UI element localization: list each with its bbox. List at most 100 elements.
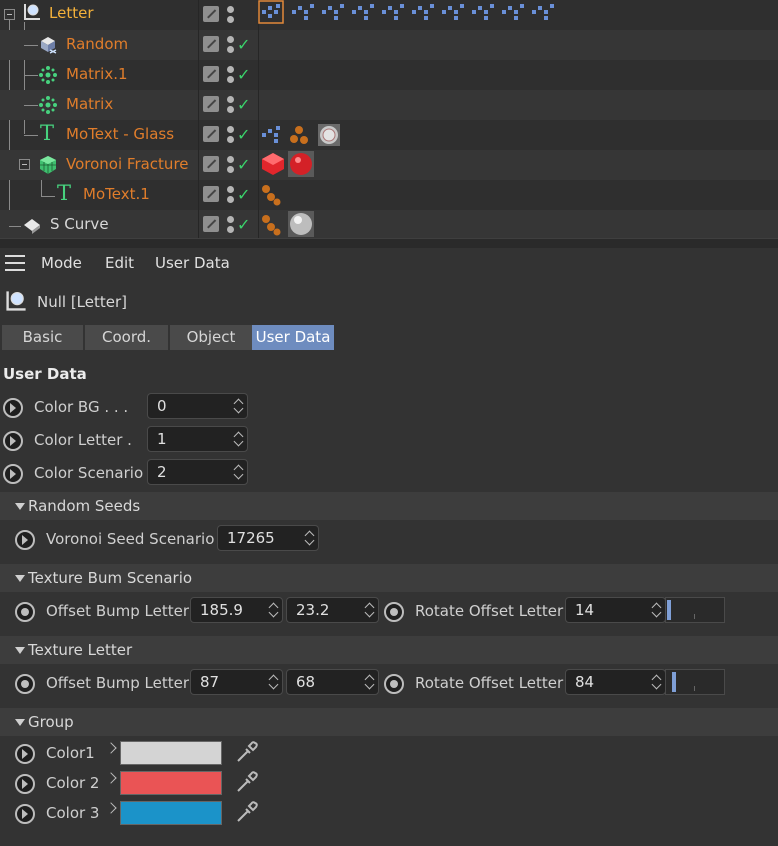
enabled-check-icon[interactable]: ✓ <box>237 127 250 143</box>
eyedropper-icon[interactable] <box>234 739 260 765</box>
layer-box[interactable] <box>203 6 219 22</box>
keyframe-button[interactable] <box>15 774 35 794</box>
color-swatch[interactable] <box>120 771 222 795</box>
tree-row-matrix-1[interactable]: Matrix.1 ✓ <box>0 60 778 90</box>
rotate-offset-slider[interactable] <box>665 597 725 623</box>
tree-row-motext-1[interactable]: T MoText.1 ✓ <box>0 180 778 210</box>
color-bg-field[interactable]: 0 <box>147 393 248 419</box>
color-scenario-field[interactable]: 2 <box>147 459 248 485</box>
visibility-dots[interactable] <box>227 65 235 85</box>
tree-row-voronoi-fracture[interactable]: Voronoi Fracture ✓ <box>0 150 778 180</box>
tree-row-motext-glass[interactable]: T MoText - Glass ✓ <box>0 120 778 150</box>
spinner-arrows-icon[interactable] <box>234 430 244 448</box>
keyframe-button[interactable] <box>15 602 35 622</box>
offset-y-field[interactable]: 23.2 <box>286 597 379 623</box>
enabled-check-icon[interactable]: ✓ <box>237 187 250 203</box>
cloner-tag-icon[interactable] <box>260 214 282 236</box>
expand-triangle-icon[interactable] <box>15 719 25 726</box>
tab-object[interactable]: Object <box>170 325 252 350</box>
chevron-right-icon[interactable] <box>105 742 117 754</box>
red-material-icon[interactable] <box>288 151 314 177</box>
visibility-dots[interactable] <box>227 35 235 55</box>
expand-triangle-icon[interactable] <box>15 575 25 582</box>
tab-coord[interactable]: Coord. <box>85 325 168 350</box>
keyframe-button[interactable] <box>15 744 35 764</box>
group-texture-bum-scenario[interactable]: Texture Bum Scenario <box>0 564 778 592</box>
spinner-arrows-icon[interactable] <box>234 463 244 481</box>
visibility-dots[interactable] <box>227 185 235 205</box>
visibility-dots[interactable] <box>227 215 235 235</box>
enabled-check-icon[interactable]: ✓ <box>237 217 250 233</box>
layer-box[interactable] <box>203 96 219 112</box>
selection-tag-icon[interactable] <box>260 124 282 146</box>
color-swatch[interactable] <box>120 741 222 765</box>
tab-user-data[interactable]: User Data <box>252 325 334 350</box>
eyedropper-icon[interactable] <box>234 769 260 795</box>
glass-material-icon[interactable] <box>318 124 340 146</box>
enabled-check-icon[interactable]: ✓ <box>237 37 250 53</box>
keyframe-button[interactable] <box>3 464 23 484</box>
keyframe-button[interactable] <box>15 530 35 550</box>
tree-row-letter[interactable]: Letter <box>0 0 778 30</box>
slider-knob[interactable] <box>667 600 671 620</box>
layer-box[interactable] <box>203 156 219 172</box>
spinner-arrows-icon[interactable] <box>269 601 279 619</box>
tree-row-matrix[interactable]: Matrix ✓ <box>0 90 778 120</box>
hamburger-menu-icon[interactable] <box>5 255 25 271</box>
layer-box[interactable] <box>203 36 219 52</box>
keyframe-button[interactable] <box>384 674 404 694</box>
keyframe-button[interactable] <box>3 431 23 451</box>
rotate-offset-field[interactable]: 84 <box>565 669 666 695</box>
spinner-arrows-icon[interactable] <box>269 673 279 691</box>
offset-y-field[interactable]: 68 <box>286 669 379 695</box>
enabled-check-icon[interactable]: ✓ <box>237 157 250 173</box>
layer-box[interactable] <box>203 66 219 82</box>
keyframe-button[interactable] <box>3 398 23 418</box>
menu-mode[interactable]: Mode <box>41 254 82 272</box>
layer-box[interactable] <box>203 186 219 202</box>
menu-user-data[interactable]: User Data <box>155 254 230 272</box>
voronoi-seed-field[interactable]: 17265 <box>217 525 319 551</box>
cloner-tag-icon[interactable] <box>288 124 310 146</box>
rotate-offset-slider[interactable] <box>665 669 725 695</box>
menu-edit[interactable]: Edit <box>105 254 134 272</box>
enabled-check-icon[interactable]: ✓ <box>237 97 250 113</box>
keyframe-button[interactable] <box>15 674 35 694</box>
grey-material-icon[interactable] <box>288 211 314 237</box>
rotate-offset-field[interactable]: 14 <box>565 597 666 623</box>
red-cube-material-icon[interactable] <box>260 151 286 177</box>
visibility-dots[interactable] <box>227 5 235 25</box>
spinner-arrows-icon[interactable] <box>305 529 315 547</box>
chevron-right-icon[interactable] <box>105 772 117 784</box>
expand-triangle-icon[interactable] <box>15 647 25 654</box>
group-group[interactable]: Group <box>0 708 778 736</box>
tree-row-random[interactable]: Random ✓ <box>0 30 778 60</box>
eyedropper-icon[interactable] <box>234 799 260 825</box>
visibility-dots[interactable] <box>227 155 235 175</box>
color-letter-field[interactable]: 1 <box>147 426 248 452</box>
visibility-dots[interactable] <box>227 125 235 145</box>
spinner-arrows-icon[interactable] <box>365 601 375 619</box>
keyframe-button[interactable] <box>384 602 404 622</box>
group-texture-letter[interactable]: Texture Letter <box>0 636 778 664</box>
spinner-arrows-icon[interactable] <box>652 601 662 619</box>
visibility-dots[interactable] <box>227 95 235 115</box>
keyframe-button[interactable] <box>15 804 35 824</box>
offset-x-field[interactable]: 185.9 <box>190 597 283 623</box>
chevron-right-icon[interactable] <box>105 802 117 814</box>
tab-basic[interactable]: Basic <box>2 325 83 350</box>
collapse-toggle[interactable] <box>4 9 15 20</box>
spinner-arrows-icon[interactable] <box>652 673 662 691</box>
slider-knob[interactable] <box>672 672 676 692</box>
tree-row-s-curve[interactable]: S Curve ✓ <box>0 210 778 240</box>
layer-box[interactable] <box>203 126 219 142</box>
group-random-seeds[interactable]: Random Seeds <box>0 492 778 520</box>
enabled-check-icon[interactable]: ✓ <box>237 67 250 83</box>
spinner-arrows-icon[interactable] <box>365 673 375 691</box>
collapse-toggle[interactable] <box>19 159 30 170</box>
spinner-arrows-icon[interactable] <box>234 397 244 415</box>
offset-x-field[interactable]: 87 <box>190 669 283 695</box>
cloner-tag-icon[interactable] <box>260 184 282 206</box>
expand-triangle-icon[interactable] <box>15 503 25 510</box>
color-swatch[interactable] <box>120 801 222 825</box>
